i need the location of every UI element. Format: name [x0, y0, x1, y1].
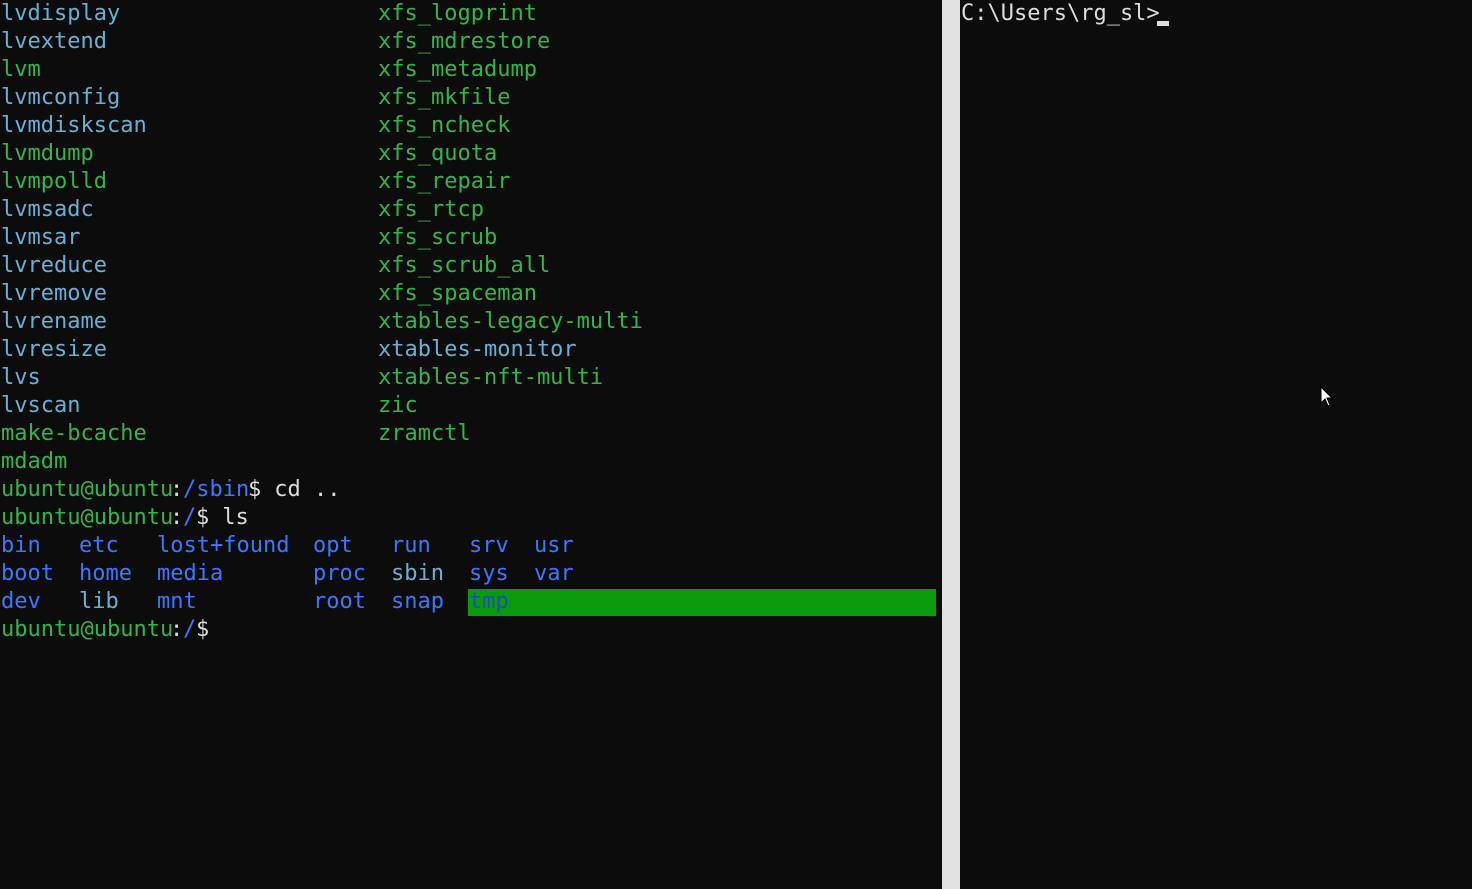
ls-entry: run	[391, 533, 431, 558]
prompt-separator: :	[170, 477, 184, 502]
prompt-dollar: $	[248, 477, 262, 502]
ls-entry: var	[534, 561, 574, 586]
prompt-dollar: $	[196, 617, 210, 642]
listing-entry: lvreduce	[1, 253, 107, 278]
listing-entry: xfs_rtcp	[378, 197, 484, 222]
ls-entry: tmp	[469, 589, 509, 614]
cmd-prompt: C:\Users\rg_sl>	[961, 1, 1160, 26]
prompt-command: ls	[209, 505, 249, 530]
ls-entry: etc	[79, 533, 119, 558]
listing-entry: xfs_logprint	[378, 1, 537, 26]
sticky-dir-highlight	[468, 589, 936, 616]
listing-entry: mdadm	[1, 449, 68, 474]
listing-entry: xfs_scrub_all	[378, 253, 551, 278]
listing-entry: xtables-monitor	[378, 337, 577, 362]
listing-entry: lvscan	[1, 393, 81, 418]
listing-entry: lvm	[1, 57, 41, 82]
listing-entry: lvs	[1, 365, 41, 390]
ls-entry: opt	[313, 533, 353, 558]
listing-entry: make-bcache	[1, 421, 147, 446]
ls-entry: home	[79, 561, 132, 586]
listing-entry: xtables-nft-multi	[378, 365, 604, 390]
prompt-user-host: ubuntu@ubuntu	[1, 505, 174, 530]
ls-entry: usr	[534, 533, 574, 558]
mouse-pointer-icon	[1320, 386, 1334, 407]
ls-entry: boot	[1, 561, 54, 586]
listing-entry: xfs_quota	[378, 141, 498, 166]
listing-entry: xfs_mdrestore	[378, 29, 551, 54]
prompt-dollar: $	[196, 505, 210, 530]
listing-entry: xfs_ncheck	[378, 113, 511, 138]
listing-entry: xfs_repair	[378, 169, 511, 194]
listing-entry: lvextend	[1, 29, 107, 54]
prompt-command: cd ..	[261, 477, 341, 502]
listing-entry: lvmdump	[1, 141, 94, 166]
listing-entry: zic	[378, 393, 418, 418]
prompt-path: /sbin	[183, 477, 250, 502]
listing-entry: xfs_metadump	[378, 57, 537, 82]
listing-entry: lvresize	[1, 337, 107, 362]
pane-divider[interactable]	[942, 0, 960, 889]
listing-entry: lvdisplay	[1, 1, 121, 26]
ls-entry: sbin	[391, 561, 444, 586]
wsl-terminal-pane[interactable]: lvdisplay lvextend lvm lvmconfig lvmdiskscan…	[0, 0, 942, 889]
prompt-separator: :	[170, 617, 184, 642]
listing-entry: lvmsar	[1, 225, 81, 250]
prompt-user-host: ubuntu@ubuntu	[1, 477, 174, 502]
ls-entry: snap	[391, 589, 444, 614]
ls-entry: srv	[469, 533, 509, 558]
listing-entry: zramctl	[378, 421, 471, 446]
ls-entry: lib	[79, 589, 119, 614]
ls-entry: proc	[313, 561, 366, 586]
ls-entry: root	[313, 589, 366, 614]
listing-entry: xfs_spaceman	[378, 281, 537, 306]
prompt-user-host: ubuntu@ubuntu	[1, 617, 174, 642]
listing-entry: lvrename	[1, 309, 107, 334]
text-cursor	[1157, 21, 1169, 26]
cmd-terminal-pane[interactable]: C:\Users\rg_sl>	[960, 0, 1472, 889]
listing-entry: lvmsadc	[1, 197, 94, 222]
ls-entry: dev	[1, 589, 41, 614]
prompt-path: /	[183, 617, 197, 642]
ls-entry: lost+found	[157, 533, 290, 558]
prompt-path: /	[183, 505, 197, 530]
listing-entry: xfs_mkfile	[378, 85, 511, 110]
ls-entry: sys	[469, 561, 509, 586]
listing-entry: lvmpolld	[1, 169, 107, 194]
prompt-separator: :	[170, 505, 184, 530]
listing-entry: xtables-legacy-multi	[378, 309, 643, 334]
ls-entry: media	[157, 561, 224, 586]
ls-entry: bin	[1, 533, 41, 558]
listing-entry: lvmdiskscan	[1, 113, 147, 138]
listing-entry: lvmconfig	[1, 85, 121, 110]
listing-entry: xfs_scrub	[378, 225, 498, 250]
ls-entry: mnt	[157, 589, 197, 614]
listing-entry: lvremove	[1, 281, 107, 306]
